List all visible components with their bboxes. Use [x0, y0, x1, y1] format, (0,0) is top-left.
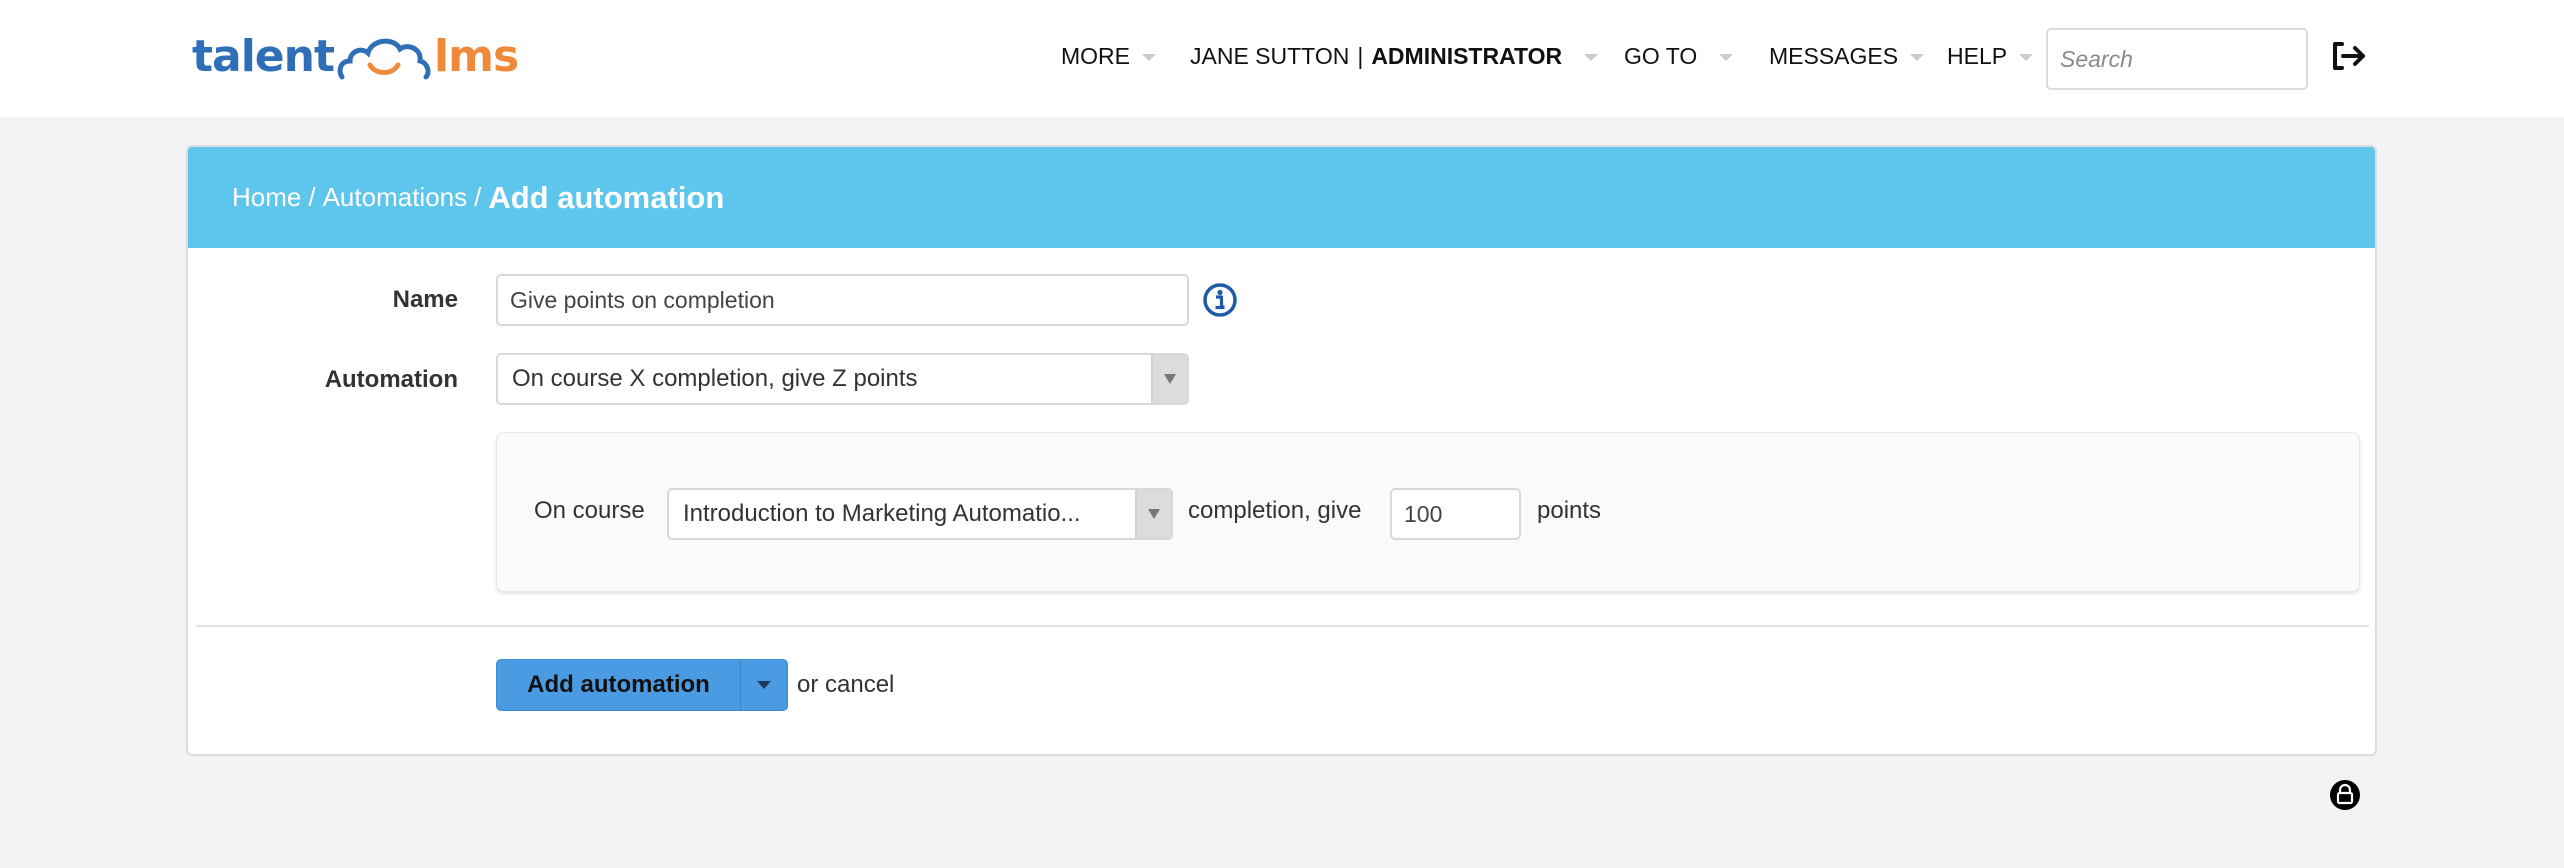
chevron-down-icon — [1910, 53, 1925, 61]
chevron-down-icon — [1142, 53, 1156, 61]
nav-user-menu[interactable]: JANE SUTTON | ADMINISTRATOR — [1190, 28, 1599, 84]
logo-text-talent: talent — [192, 30, 335, 82]
form-divider — [196, 625, 2369, 627]
add-automation-options-button[interactable] — [741, 660, 787, 710]
cancel-group: or cancel — [797, 671, 894, 699]
chevron-down-icon — [1719, 53, 1734, 61]
add-automation-button[interactable]: Add automation — [497, 660, 741, 710]
breadcrumb-home[interactable]: Home — [232, 182, 301, 213]
page-title: Add automation — [488, 179, 725, 215]
nav-messages-label: MESSAGES — [1769, 42, 1899, 69]
info-icon[interactable] — [1202, 282, 1238, 318]
chevron-down-icon — [1584, 53, 1599, 61]
chevron-down-icon — [2019, 53, 2034, 61]
add-automation-button-group: Add automation — [496, 659, 788, 711]
talentlms-logo[interactable]: talent lms — [192, 26, 519, 86]
user-separator: | — [1357, 42, 1364, 69]
course-select-value: Introduction to Marketing Automatio... — [683, 500, 1081, 527]
rule-suffix-text: points — [1537, 497, 1602, 524]
nav-goto[interactable]: GO TO — [1624, 28, 1734, 84]
name-input-value: Give points on completion — [510, 286, 775, 313]
breadcrumb-separator: / — [308, 182, 316, 212]
points-input-value: 100 — [1404, 500, 1443, 527]
breadcrumb: Home / Automations / Add automation — [188, 147, 2375, 248]
cloud-smile-icon — [337, 38, 431, 80]
nav-goto-label: GO TO — [1624, 42, 1698, 69]
top-bar: talent lms MORE JANE SUTTON | ADMINISTRA… — [0, 0, 2564, 117]
automation-select-value: On course X completion, give Z points — [512, 365, 918, 392]
name-input[interactable]: Give points on completion — [496, 274, 1189, 326]
cancel-link[interactable]: cancel — [825, 671, 894, 698]
rule-prefix-text: On course — [534, 497, 645, 524]
nav-more[interactable]: MORE — [1061, 28, 1156, 84]
user-name: JANE SUTTON — [1190, 42, 1350, 69]
breadcrumb-automations[interactable]: Automations — [323, 182, 468, 213]
caret-down-icon — [757, 681, 771, 689]
search-input[interactable] — [2046, 28, 2308, 90]
lock-icon[interactable] — [2329, 779, 2361, 811]
points-input[interactable]: 100 — [1390, 488, 1521, 540]
dropdown-arrow-icon — [1151, 355, 1187, 403]
course-select[interactable]: Introduction to Marketing Automatio... — [667, 488, 1173, 540]
logout-icon[interactable] — [2330, 38, 2368, 74]
nav-help-label: HELP — [1947, 42, 2008, 69]
rule-middle-text: completion, give — [1188, 497, 1362, 524]
nav-messages[interactable]: MESSAGES — [1769, 28, 1925, 84]
dropdown-arrow-icon — [1135, 490, 1171, 538]
automation-label: Automation — [324, 366, 458, 393]
user-role: ADMINISTRATOR — [1371, 42, 1563, 69]
or-text: or — [797, 671, 826, 698]
name-label: Name — [392, 286, 458, 313]
nav-help[interactable]: HELP — [1947, 28, 2034, 84]
nav-more-label: MORE — [1061, 42, 1130, 69]
breadcrumb-separator: / — [474, 182, 482, 212]
logo-text-lms: lms — [434, 30, 519, 82]
automation-select[interactable]: On course X completion, give Z points — [496, 353, 1189, 405]
